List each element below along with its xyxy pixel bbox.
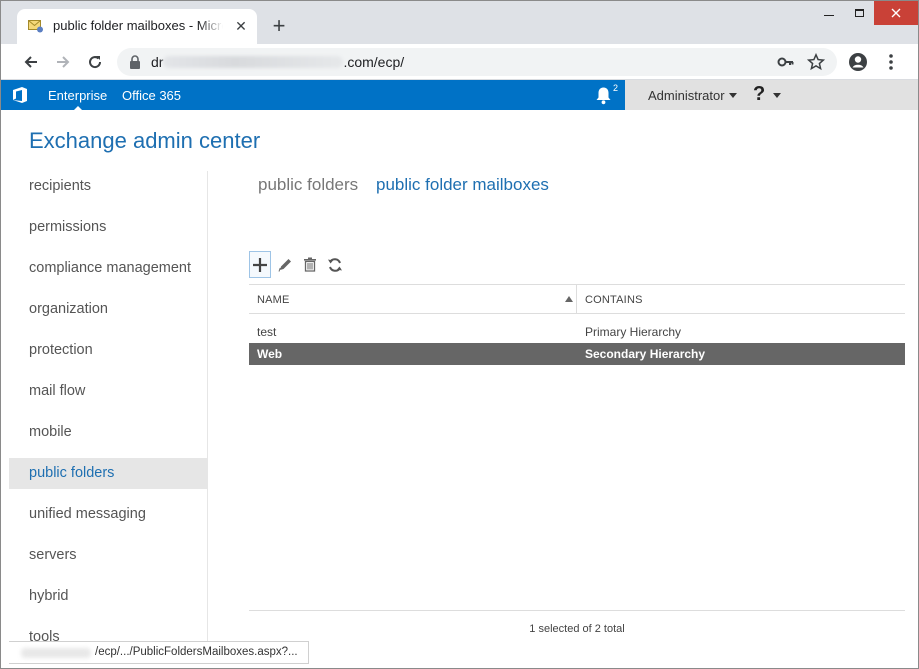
table-row[interactable]: test Primary Hierarchy [249, 321, 905, 343]
maximize-button[interactable] [844, 1, 874, 25]
browser-tab[interactable]: public folder mailboxes - Microsoft Exch… [17, 9, 257, 44]
close-window-button[interactable] [874, 1, 918, 25]
cell-name: Web [257, 347, 283, 361]
window-controls [814, 1, 918, 25]
refresh-icon [328, 257, 342, 272]
profile-icon[interactable] [848, 52, 868, 72]
new-tab-button[interactable]: + [267, 15, 291, 39]
browser-toolbar: dr .com/ecp/ [1, 44, 918, 80]
column-separator[interactable] [576, 285, 577, 314]
url-suffix: .com/ecp/ [343, 54, 405, 70]
nav-item-hybrid[interactable]: hybrid [9, 581, 207, 612]
key-icon[interactable] [777, 54, 795, 70]
nav-item-compliance-management[interactable]: compliance management [9, 253, 207, 284]
link-status-bubble: /ecp/.../PublicFoldersMailboxes.aspx?... [9, 641, 309, 664]
edit-button[interactable] [274, 251, 296, 278]
nav-item-servers[interactable]: servers [9, 540, 207, 571]
lock-icon [130, 55, 140, 69]
status-url: /ecp/.../PublicFoldersMailboxes.aspx?... [95, 646, 298, 658]
notifications-button[interactable]: 2 [595, 83, 623, 106]
nav-enterprise[interactable]: Enterprise [48, 88, 107, 111]
reload-button[interactable] [83, 50, 107, 74]
bookmark-star-icon[interactable] [807, 53, 825, 71]
column-header-name[interactable]: NAME [257, 294, 290, 306]
add-button[interactable] [249, 251, 271, 278]
tab-strip: public folder mailboxes - Microsoft Exch… [1, 1, 918, 44]
cell-name: test [257, 325, 277, 339]
sort-ascending-icon[interactable] [565, 296, 573, 302]
minimize-icon [824, 14, 834, 16]
back-button[interactable] [19, 50, 43, 74]
help-chevron-down-icon[interactable] [773, 93, 781, 98]
user-menu[interactable]: Administrator [648, 88, 725, 103]
page-title: Exchange admin center [29, 128, 261, 153]
delete-button[interactable] [299, 251, 321, 278]
kebab-menu-icon[interactable] [881, 52, 901, 72]
nav-item-organization[interactable]: organization [9, 294, 207, 325]
forward-arrow-icon [57, 56, 70, 68]
nav-item-unified-messaging[interactable]: unified messaging [9, 499, 207, 530]
browser-window: public folder mailboxes - Microsoft Exch… [0, 0, 919, 669]
tab-close-icon[interactable]: ✕ [233, 18, 249, 34]
column-header-contains[interactable]: CONTAINS [585, 294, 643, 306]
tab-public-folders[interactable]: public folders [258, 175, 358, 195]
grid-footer-divider [249, 610, 905, 611]
refresh-button[interactable] [324, 251, 346, 278]
minimize-button[interactable] [814, 1, 844, 25]
nav-office-365[interactable]: Office 365 [122, 88, 181, 103]
maximize-icon [854, 9, 864, 17]
notification-count: 2 [613, 83, 619, 93]
nav-item-public-folders[interactable]: public folders [9, 458, 207, 489]
exchange-favicon-icon [28, 20, 43, 33]
add-icon [253, 257, 267, 272]
forward-button[interactable] [51, 50, 75, 74]
url-redacted [163, 56, 344, 68]
back-arrow-icon [24, 56, 37, 68]
bell-icon [596, 87, 611, 105]
nav-item-mobile[interactable]: mobile [9, 417, 207, 448]
address-bar[interactable]: dr .com/ecp/ [117, 48, 837, 76]
selection-status: 1 selected of 2 total [529, 623, 625, 635]
office-logo-icon[interactable] [11, 86, 29, 104]
close-icon [891, 8, 901, 18]
url-prefix: dr [151, 54, 164, 70]
cell-contains: Primary Hierarchy [585, 325, 682, 339]
help-icon[interactable]: ? [753, 83, 765, 106]
nav-item-permissions[interactable]: permissions [9, 212, 207, 243]
o365-navbar: Enterprise Office 365 2 Administrator ? [1, 80, 918, 111]
status-url-redacted [21, 648, 91, 658]
nav-item-mail-flow[interactable]: mail flow [9, 376, 207, 407]
grid-header: NAME CONTAINS [249, 284, 905, 314]
left-navigation: recipients permissions compliance manage… [9, 166, 207, 645]
table-row-selected[interactable]: Web Secondary Hierarchy [249, 343, 905, 365]
nav-divider [207, 171, 208, 641]
cell-contains: Secondary Hierarchy [585, 347, 706, 361]
user-menu-chevron-down-icon[interactable] [729, 93, 737, 98]
user-area: Administrator ? [625, 80, 918, 110]
tab-public-folder-mailboxes[interactable]: public folder mailboxes [376, 175, 549, 195]
edit-icon [278, 258, 291, 272]
nav-item-recipients[interactable]: recipients [9, 171, 207, 202]
url-text: dr .com/ecp/ [151, 54, 404, 70]
reload-icon [89, 56, 102, 69]
tab-title: public folder mailboxes - Microsoft Exch… [53, 18, 223, 33]
delete-icon [304, 257, 316, 272]
nav-item-protection[interactable]: protection [9, 335, 207, 366]
